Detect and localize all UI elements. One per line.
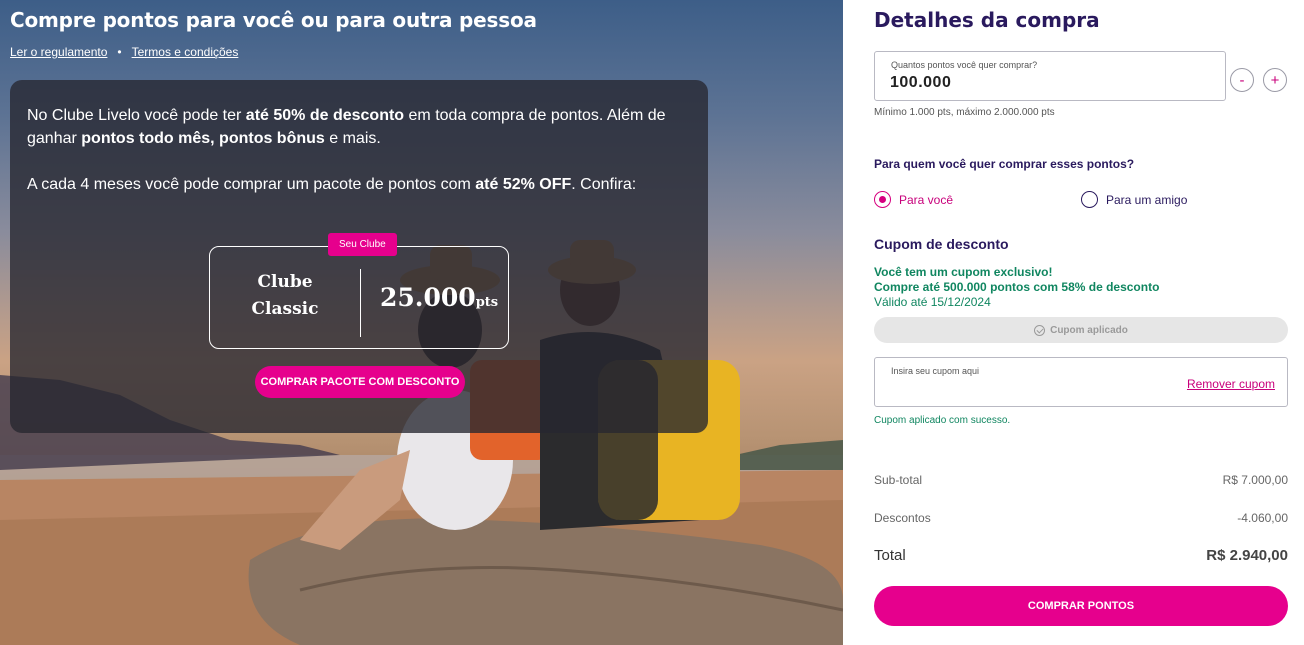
points-input[interactable] [890, 74, 1190, 92]
recipient-question: Para quem você quer comprar esses pontos… [874, 157, 1135, 171]
subtotal-row: Sub-total R$ 7.000,00 [874, 473, 1288, 487]
club-points: 25.000pts [380, 283, 498, 312]
hero-section: Compre pontos para você ou para outra pe… [0, 0, 843, 645]
club-info-card: No Clube Livelo você pode ter até 50% de… [10, 80, 708, 433]
regulamento-link[interactable]: Ler o regulamento [10, 45, 107, 59]
text-bold: pontos todo mês, pontos bônus [81, 130, 325, 147]
club-points-unit: pts [475, 295, 499, 310]
coupon-field[interactable]: Insira seu cupom aqui Remover cupom [874, 357, 1288, 407]
points-field-label: Quantos pontos você quer comprar? [891, 60, 1038, 70]
text-segment: . Confira: [571, 176, 637, 193]
link-separator: • [117, 45, 122, 59]
discount-value: -4.060,00 [1237, 511, 1288, 525]
total-label: Total [874, 547, 906, 564]
hero-links: Ler o regulamento • Termos e condições [10, 45, 238, 59]
club-info-paragraph-1: No Clube Livelo você pode ter até 50% de… [27, 104, 687, 150]
club-points-value: 25.000 [380, 283, 476, 312]
radio-for-you[interactable]: Para você [874, 191, 953, 208]
remove-coupon-link[interactable]: Remover cupom [1187, 377, 1275, 391]
discount-label: Descontos [874, 511, 931, 525]
coupon-applied-label: Cupom aplicado [1050, 324, 1128, 336]
discount-row: Descontos -4.060,00 [874, 511, 1288, 525]
subtotal-label: Sub-total [874, 473, 923, 487]
club-name-line-1: Clube [257, 272, 313, 292]
hero-title: Compre pontos para você ou para outra pe… [10, 8, 537, 32]
purchase-details-panel: Detalhes da compra Quantos pontos você q… [843, 0, 1304, 645]
club-info-paragraph-2: A cada 4 meses você pode comprar um paco… [27, 173, 687, 196]
buy-points-button[interactable]: COMPRAR PONTOS [874, 586, 1288, 626]
termos-link[interactable]: Termos e condições [132, 45, 239, 59]
text-segment: e mais. [324, 130, 381, 147]
coupon-applied-button: Cupom aplicado [874, 317, 1288, 343]
coupon-validity: Válido até 15/12/2024 [874, 295, 991, 309]
panel-title: Detalhes da compra [874, 8, 1100, 32]
radio-unselected-indicator[interactable] [1081, 191, 1098, 208]
total-value: R$ 2.940,00 [1206, 547, 1288, 564]
radio-for-you-label: Para você [899, 192, 954, 207]
text-bold: até 52% OFF [475, 176, 572, 193]
radio-for-friend-label: Para um amigo [1106, 192, 1188, 207]
increase-points-button[interactable]: + [1263, 68, 1287, 92]
club-divider [360, 269, 361, 337]
club-name: Clube Classic [210, 269, 360, 323]
radio-for-friend[interactable]: Para um amigo [1081, 191, 1187, 208]
club-package-box: Seu Clube Clube Classic 25.000pts [209, 233, 509, 349]
points-quantity-field[interactable]: Quantos pontos você quer comprar? [874, 51, 1226, 101]
text-bold: até 50% de desconto [245, 107, 405, 124]
coupon-offer-line-2: Compre até 500.000 pontos com 58% de des… [874, 280, 1160, 294]
text-segment: A cada 4 meses você pode comprar um paco… [27, 176, 476, 193]
club-badge: Seu Clube [328, 233, 397, 256]
coupon-success-message: Cupom aplicado com sucesso. [874, 415, 1011, 426]
subtotal-value: R$ 7.000,00 [1222, 473, 1288, 487]
radio-selected-indicator[interactable] [874, 191, 891, 208]
coupon-offer-line-1: Você tem um cupom exclusivo! [874, 265, 1053, 279]
total-row: Total R$ 2.940,00 [874, 547, 1288, 564]
club-name-line-2: Classic [251, 299, 319, 319]
coupon-offer-message: Você tem um cupom exclusivo! Compre até … [874, 265, 1159, 310]
decrease-points-button[interactable]: - [1230, 68, 1254, 92]
check-circle-icon [1034, 324, 1046, 336]
points-range-hint: Mínimo 1.000 pts, máximo 2.000.000 pts [874, 107, 1055, 118]
coupon-input[interactable] [890, 382, 1160, 397]
text-segment: No Clube Livelo você pode ter [27, 107, 246, 124]
coupon-heading: Cupom de desconto [874, 236, 1009, 252]
coupon-field-label: Insira seu cupom aqui [891, 366, 980, 376]
buy-discount-pack-button[interactable]: COMPRAR PACOTE COM DESCONTO [255, 366, 465, 398]
